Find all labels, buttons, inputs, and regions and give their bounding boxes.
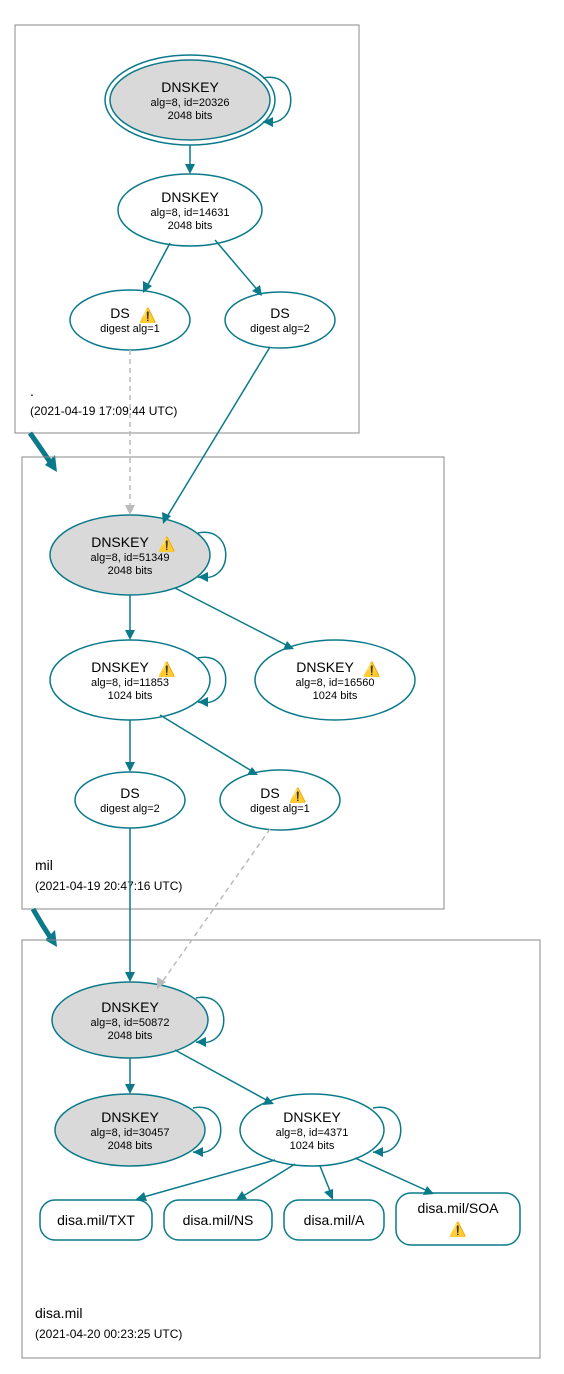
svg-text:2048 bits: 2048 bits: [168, 110, 213, 122]
edge-disa-zsk2-soa: [355, 1158, 430, 1192]
node-root-zsk: DNSKEY alg=8, id=14631 2048 bits: [118, 174, 262, 246]
svg-text:DNSKEY: DNSKEY: [296, 659, 354, 675]
svg-text:2048 bits: 2048 bits: [168, 220, 213, 232]
svg-text:alg=8, id=51349: alg=8, id=51349: [91, 552, 170, 564]
svg-text:⚠️: ⚠️: [158, 536, 175, 553]
edge-mil-ksk-zsk2: [175, 588, 290, 647]
zone-disa-timestamp: (2021-04-20 00:23:25 UTC): [35, 1327, 182, 1341]
edge-disa-zsk2-ns: [240, 1164, 295, 1198]
node-disa-zsk2: DNSKEY alg=8, id=4371 1024 bits: [240, 1094, 384, 1166]
node-root-ds2: DS digest alg=2: [225, 292, 335, 348]
svg-text:digest alg=1: digest alg=1: [100, 323, 160, 335]
node-root-ds1: DS ⚠️ digest alg=1: [70, 290, 190, 350]
svg-text:digest alg=1: digest alg=1: [250, 803, 310, 815]
svg-text:DS: DS: [260, 785, 279, 801]
node-disa-rr-soa: disa.mil/SOA ⚠️: [396, 1193, 520, 1245]
node-mil-ksk: DNSKEY ⚠️ alg=8, id=51349 2048 bits: [50, 515, 210, 595]
svg-text:alg=8, id=30457: alg=8, id=30457: [91, 1127, 170, 1139]
zone-mil-name: mil: [35, 857, 53, 873]
svg-text:2048 bits: 2048 bits: [108, 1030, 153, 1042]
svg-text:DNSKEY: DNSKEY: [91, 534, 149, 550]
node-disa-rr-ns: disa.mil/NS: [164, 1200, 272, 1240]
svg-text:2048 bits: 2048 bits: [108, 1140, 153, 1152]
svg-text:DNSKEY: DNSKEY: [101, 1109, 159, 1125]
svg-text:disa.mil/SOA: disa.mil/SOA: [418, 1200, 500, 1216]
svg-text:DNSKEY: DNSKEY: [101, 999, 159, 1015]
svg-text:2048 bits: 2048 bits: [108, 565, 153, 577]
zone-disa-name: disa.mil: [35, 1305, 82, 1321]
edge-root-zsk-ds2: [215, 240, 260, 293]
svg-text:alg=8, id=4371: alg=8, id=4371: [276, 1127, 349, 1139]
svg-text:alg=8, id=16560: alg=8, id=16560: [296, 677, 375, 689]
svg-text:disa.mil/NS: disa.mil/NS: [183, 1212, 254, 1228]
zone-mil-timestamp: (2021-04-19 20:47:16 UTC): [35, 879, 182, 893]
svg-text:DS: DS: [270, 305, 289, 321]
svg-text:⚠️: ⚠️: [449, 1221, 466, 1238]
node-mil-ds2: DS ⚠️ digest alg=1: [220, 770, 340, 830]
node-disa-rr-a: disa.mil/A: [284, 1200, 384, 1240]
zone-root-timestamp: (2021-04-19 17:09:44 UTC): [30, 404, 177, 418]
svg-text:⚠️: ⚠️: [158, 661, 175, 678]
svg-text:DNSKEY: DNSKEY: [91, 659, 149, 675]
svg-text:⚠️: ⚠️: [139, 307, 156, 324]
svg-text:DNSKEY: DNSKEY: [283, 1109, 341, 1125]
node-mil-zsk2: DNSKEY ⚠️ alg=8, id=16560 1024 bits: [255, 640, 415, 720]
zone-root-name: .: [30, 383, 34, 399]
svg-text:DS: DS: [120, 785, 139, 801]
node-disa-ksk: DNSKEY alg=8, id=50872 2048 bits: [52, 982, 208, 1058]
node-mil-zsk1: DNSKEY ⚠️ alg=8, id=11853 1024 bits: [50, 640, 210, 720]
node-disa-zsk1: DNSKEY alg=8, id=30457 2048 bits: [55, 1094, 205, 1166]
svg-text:disa.mil/A: disa.mil/A: [304, 1212, 365, 1228]
svg-text:alg=8, id=11853: alg=8, id=11853: [91, 677, 169, 689]
svg-text:DNSKEY: DNSKEY: [161, 79, 219, 95]
edge-disa-zsk2-txt: [140, 1160, 275, 1198]
svg-text:alg=8, id=14631: alg=8, id=14631: [151, 207, 230, 219]
svg-text:⚠️: ⚠️: [363, 661, 380, 678]
edge-root-to-mil-delegation: [30, 433, 52, 465]
edge-root-zsk-ds1: [145, 243, 170, 290]
svg-text:⚠️: ⚠️: [289, 787, 306, 804]
node-root-ksk: DNSKEY alg=8, id=20326 2048 bits: [105, 55, 275, 145]
svg-text:1024 bits: 1024 bits: [290, 1140, 335, 1152]
svg-text:alg=8, id=20326: alg=8, id=20326: [151, 97, 230, 109]
svg-text:1024 bits: 1024 bits: [313, 690, 358, 702]
edge-mil-zsk1-ds2: [160, 715, 255, 773]
edge-disa-ksk-zsk2: [175, 1050, 270, 1102]
svg-text:digest alg=2: digest alg=2: [250, 323, 310, 335]
edge-mil-ds2-disa-ksk: [160, 829, 270, 985]
edge-mil-to-disa-delegation: [33, 909, 52, 940]
svg-text:disa.mil/TXT: disa.mil/TXT: [57, 1212, 135, 1228]
svg-text:alg=8, id=50872: alg=8, id=50872: [91, 1017, 170, 1029]
svg-text:DS: DS: [110, 305, 129, 321]
svg-text:DNSKEY: DNSKEY: [161, 189, 219, 205]
svg-text:digest alg=2: digest alg=2: [100, 803, 160, 815]
node-mil-ds1: DS digest alg=2: [75, 772, 185, 828]
node-disa-rr-txt: disa.mil/TXT: [40, 1200, 152, 1240]
svg-text:1024 bits: 1024 bits: [108, 690, 153, 702]
